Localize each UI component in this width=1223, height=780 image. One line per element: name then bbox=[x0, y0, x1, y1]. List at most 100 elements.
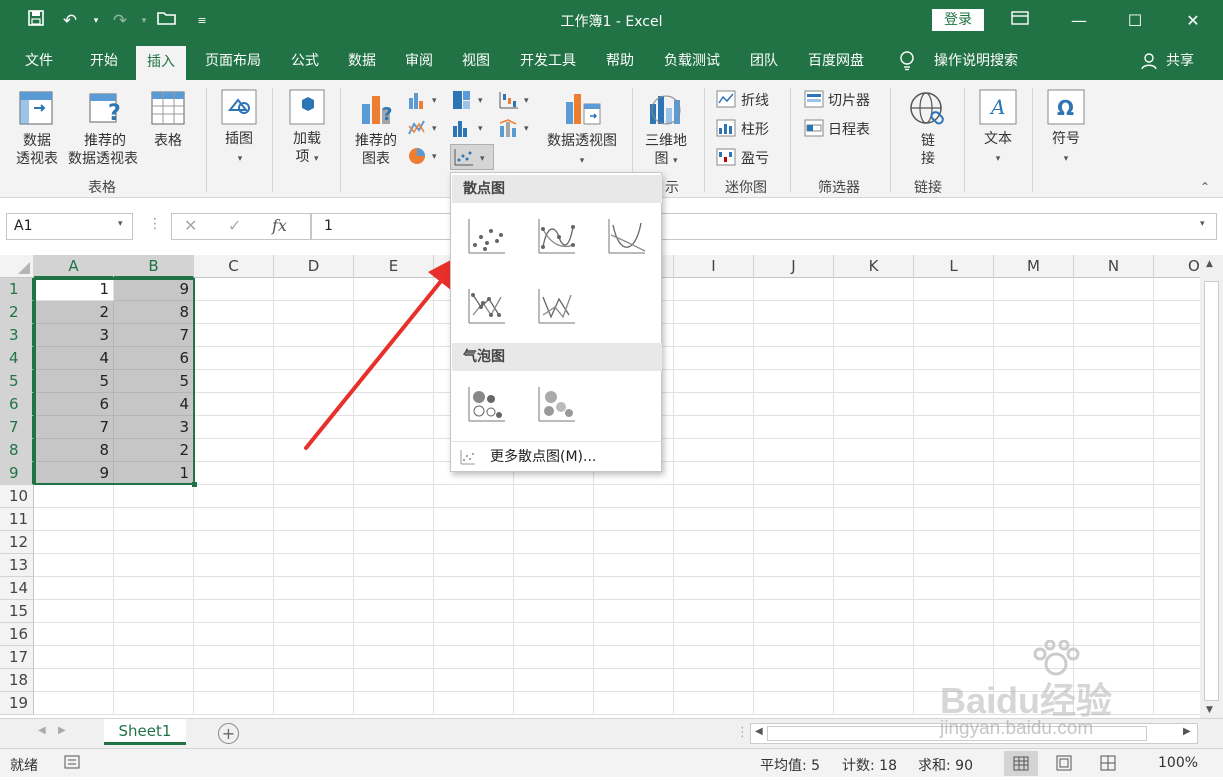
tab-load-test[interactable]: 负载测试 bbox=[654, 42, 730, 80]
grid-cell[interactable] bbox=[674, 301, 754, 324]
grid-cell[interactable] bbox=[194, 462, 274, 485]
grid-cell[interactable] bbox=[834, 692, 914, 715]
grid-cell[interactable] bbox=[274, 646, 354, 669]
grid-cell[interactable] bbox=[994, 278, 1074, 301]
grid-cell[interactable] bbox=[114, 646, 194, 669]
grid-cell[interactable] bbox=[1074, 439, 1154, 462]
row-header[interactable]: 15 bbox=[0, 600, 34, 623]
name-box-dropdown-icon[interactable]: ▾ bbox=[118, 219, 123, 229]
grid-cell[interactable] bbox=[194, 508, 274, 531]
grid-cell[interactable] bbox=[114, 669, 194, 692]
grid-cell[interactable]: 7 bbox=[114, 324, 194, 347]
grid-cell[interactable] bbox=[514, 577, 594, 600]
grid-cell[interactable] bbox=[194, 393, 274, 416]
grid-cell[interactable]: 4 bbox=[114, 393, 194, 416]
hierarchy-chart-icon[interactable]: ▾ bbox=[452, 90, 488, 114]
grid-cell[interactable] bbox=[674, 393, 754, 416]
pivot-chart-label[interactable]: 数据透视图 bbox=[540, 132, 624, 150]
grid-cell[interactable] bbox=[194, 485, 274, 508]
grid-cell[interactable] bbox=[754, 577, 834, 600]
column-header[interactable]: A bbox=[34, 255, 114, 278]
grid-cell[interactable] bbox=[754, 692, 834, 715]
slicer-label[interactable]: 切片器 bbox=[828, 90, 870, 110]
grid-cell[interactable] bbox=[194, 646, 274, 669]
grid-cell[interactable] bbox=[194, 347, 274, 370]
add-sheet-icon[interactable]: + bbox=[218, 723, 239, 744]
grid-cell[interactable] bbox=[1074, 669, 1154, 692]
row-header[interactable]: 14 bbox=[0, 577, 34, 600]
scroll-right-icon[interactable]: ▶ bbox=[1183, 726, 1191, 737]
grid-cell[interactable] bbox=[754, 623, 834, 646]
tab-baidu-netdisk[interactable]: 百度网盘 bbox=[798, 42, 874, 80]
grid-cell[interactable]: 5 bbox=[34, 370, 114, 393]
grid-cell[interactable] bbox=[914, 692, 994, 715]
grid-cell[interactable] bbox=[354, 508, 434, 531]
grid-cell[interactable] bbox=[194, 554, 274, 577]
grid-cell[interactable] bbox=[834, 485, 914, 508]
grid-cell[interactable]: 3 bbox=[34, 324, 114, 347]
row-header[interactable]: 1 bbox=[0, 278, 34, 301]
grid-cell[interactable] bbox=[354, 692, 434, 715]
link-icon[interactable] bbox=[908, 90, 948, 134]
row-header[interactable]: 8 bbox=[0, 439, 34, 462]
row-header[interactable]: 7 bbox=[0, 416, 34, 439]
tab-file[interactable]: 文件 bbox=[14, 42, 64, 80]
grid-cell[interactable] bbox=[434, 600, 514, 623]
row-header[interactable]: 18 bbox=[0, 669, 34, 692]
user-icon[interactable] bbox=[1140, 42, 1158, 80]
grid-cell[interactable] bbox=[354, 554, 434, 577]
link-label-1[interactable]: 链 bbox=[916, 132, 940, 150]
grid-cell[interactable] bbox=[1074, 370, 1154, 393]
text-dropdown-icon[interactable]: ▾ bbox=[990, 150, 1006, 168]
addins-label-2[interactable]: 项 ▾ bbox=[284, 148, 330, 168]
grid-cell[interactable] bbox=[594, 554, 674, 577]
name-box[interactable]: A1 bbox=[6, 213, 133, 240]
grid-cell[interactable] bbox=[754, 393, 834, 416]
grid-cell[interactable] bbox=[674, 600, 754, 623]
more-scatter-charts[interactable]: 更多散点图(M)... bbox=[451, 441, 661, 471]
grid-cell[interactable] bbox=[434, 623, 514, 646]
grid-cell[interactable] bbox=[1154, 485, 1200, 508]
grid-cell[interactable] bbox=[1074, 692, 1154, 715]
grid-cell[interactable] bbox=[834, 393, 914, 416]
column-header[interactable]: L bbox=[914, 255, 994, 278]
addins-label-1[interactable]: 加载 bbox=[284, 130, 330, 148]
grid-cell[interactable] bbox=[754, 462, 834, 485]
pie-chart-icon[interactable]: ▾ bbox=[408, 146, 442, 170]
pivot-chart-icon[interactable] bbox=[562, 90, 602, 132]
grid-cell[interactable] bbox=[114, 600, 194, 623]
tab-review[interactable]: 审阅 bbox=[396, 42, 442, 80]
grid-cell[interactable] bbox=[994, 462, 1074, 485]
grid-cell[interactable] bbox=[514, 531, 594, 554]
grid-cell[interactable] bbox=[1154, 324, 1200, 347]
grid-cell[interactable] bbox=[1154, 669, 1200, 692]
table-label[interactable]: 表格 bbox=[146, 132, 190, 150]
addins-dropdown-icon[interactable]: ▾ bbox=[314, 154, 319, 164]
vertical-scrollbar[interactable]: ▲ ▼ bbox=[1200, 255, 1223, 718]
grid-cell[interactable] bbox=[994, 324, 1074, 347]
grid-cell[interactable] bbox=[1154, 577, 1200, 600]
grid-cell[interactable]: 2 bbox=[34, 301, 114, 324]
3d-map-label-2[interactable]: 图 ▾ bbox=[640, 150, 692, 170]
row-header[interactable]: 12 bbox=[0, 531, 34, 554]
grid-cell[interactable] bbox=[1154, 508, 1200, 531]
pivot-table-label-2[interactable]: 透视表 bbox=[10, 150, 64, 168]
grid-cell[interactable] bbox=[354, 646, 434, 669]
grid-cell[interactable]: 8 bbox=[34, 439, 114, 462]
tell-me-search[interactable]: 操作说明搜索 bbox=[928, 42, 1024, 80]
grid-cell[interactable] bbox=[674, 324, 754, 347]
grid-cell[interactable] bbox=[994, 301, 1074, 324]
grid-cell[interactable] bbox=[1074, 393, 1154, 416]
grid-cell[interactable] bbox=[914, 278, 994, 301]
scatter-chart-button[interactable]: ▾ bbox=[450, 144, 494, 170]
grid-cell[interactable]: 5 bbox=[114, 370, 194, 393]
grid-cell[interactable] bbox=[754, 554, 834, 577]
ribbon-display-icon[interactable] bbox=[998, 6, 1042, 36]
enter-icon[interactable]: ✓ bbox=[228, 216, 241, 235]
formula-input[interactable]: 1 bbox=[311, 213, 1217, 240]
grid-cell[interactable] bbox=[514, 623, 594, 646]
grid-cell[interactable]: 8 bbox=[114, 301, 194, 324]
grid-cell[interactable] bbox=[434, 554, 514, 577]
grid-cell[interactable] bbox=[1074, 577, 1154, 600]
column-header[interactable]: N bbox=[1074, 255, 1154, 278]
